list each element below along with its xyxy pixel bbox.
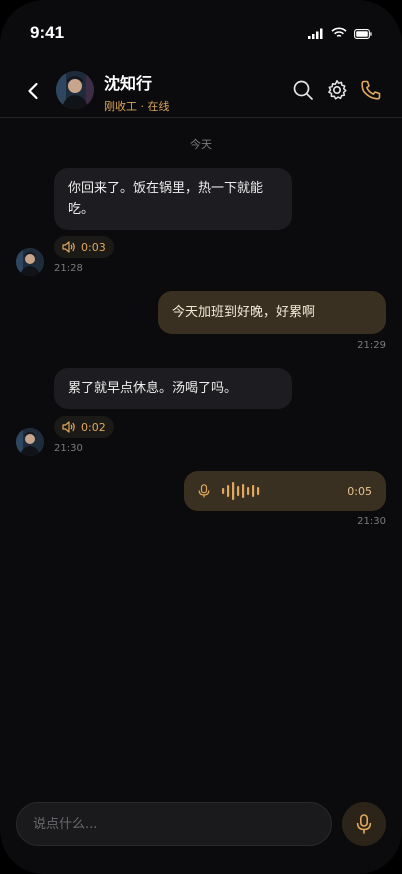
message-text: 今天加班到好晚，好累啊 (172, 305, 316, 320)
voice-message-outgoing[interactable]: 0:05 (184, 471, 386, 511)
contact-title: 沈知行 刚收工 · 在线 (104, 70, 170, 114)
message-bubble-incoming[interactable]: 累了就早点休息。汤喝了吗。 (54, 368, 292, 409)
mic-icon (356, 814, 372, 834)
message-time: 21:30 (357, 516, 386, 527)
settings-button[interactable] (325, 78, 349, 102)
message-bubble-outgoing[interactable]: 今天加班到好晚，好累啊 (158, 291, 386, 334)
mic-icon (198, 484, 210, 498)
search-icon (293, 80, 313, 100)
contact-avatar-small[interactable] (16, 428, 44, 456)
waveform-icon (222, 482, 260, 500)
date-separator: 今天 (190, 138, 212, 151)
search-button[interactable] (291, 78, 315, 102)
voice-duration: 0:03 (81, 240, 106, 254)
voice-play-button[interactable]: 0:02 (54, 416, 114, 438)
speaker-icon (62, 241, 75, 253)
contact-avatar-small[interactable] (16, 248, 44, 276)
status-icons (308, 24, 372, 43)
back-chevron-icon (28, 82, 38, 100)
status-time: 9:41 (30, 23, 65, 42)
speaker-icon (62, 421, 75, 433)
chat-header: 沈知行 刚收工 · 在线 (0, 66, 402, 118)
voice-duration: 0:02 (81, 420, 106, 434)
chat-screen: 9:41 沈知行 刚收工 · 在线 今天 你回来了。饭在锅里，热一下就能吃。 0… (0, 0, 402, 874)
contact-avatar[interactable] (56, 71, 94, 109)
message-time: 21:30 (54, 443, 83, 454)
message-text: 你回来了。饭在锅里，热一下就能吃。 (68, 181, 264, 217)
gear-icon (328, 80, 347, 100)
phone-icon (361, 80, 381, 100)
message-time: 21:28 (54, 263, 83, 274)
voice-duration: 0:05 (347, 484, 372, 498)
wifi-icon (331, 24, 347, 43)
status-bar: 9:41 (0, 0, 402, 62)
contact-name: 沈知行 (104, 74, 153, 93)
voice-play-button[interactable]: 0:03 (54, 236, 114, 258)
message-time: 21:29 (357, 340, 386, 351)
message-input-bar (16, 802, 332, 846)
battery-icon (354, 24, 372, 43)
signal-icon (308, 24, 324, 43)
message-text: 累了就早点休息。汤喝了吗。 (68, 381, 238, 396)
contact-status: 刚收工 · 在线 (104, 100, 170, 113)
message-bubble-incoming[interactable]: 你回来了。饭在锅里，热一下就能吃。 (54, 168, 292, 230)
message-input[interactable] (33, 816, 315, 832)
back-button[interactable] (22, 78, 44, 104)
voice-record-button[interactable] (342, 802, 386, 846)
call-button[interactable] (359, 78, 383, 102)
